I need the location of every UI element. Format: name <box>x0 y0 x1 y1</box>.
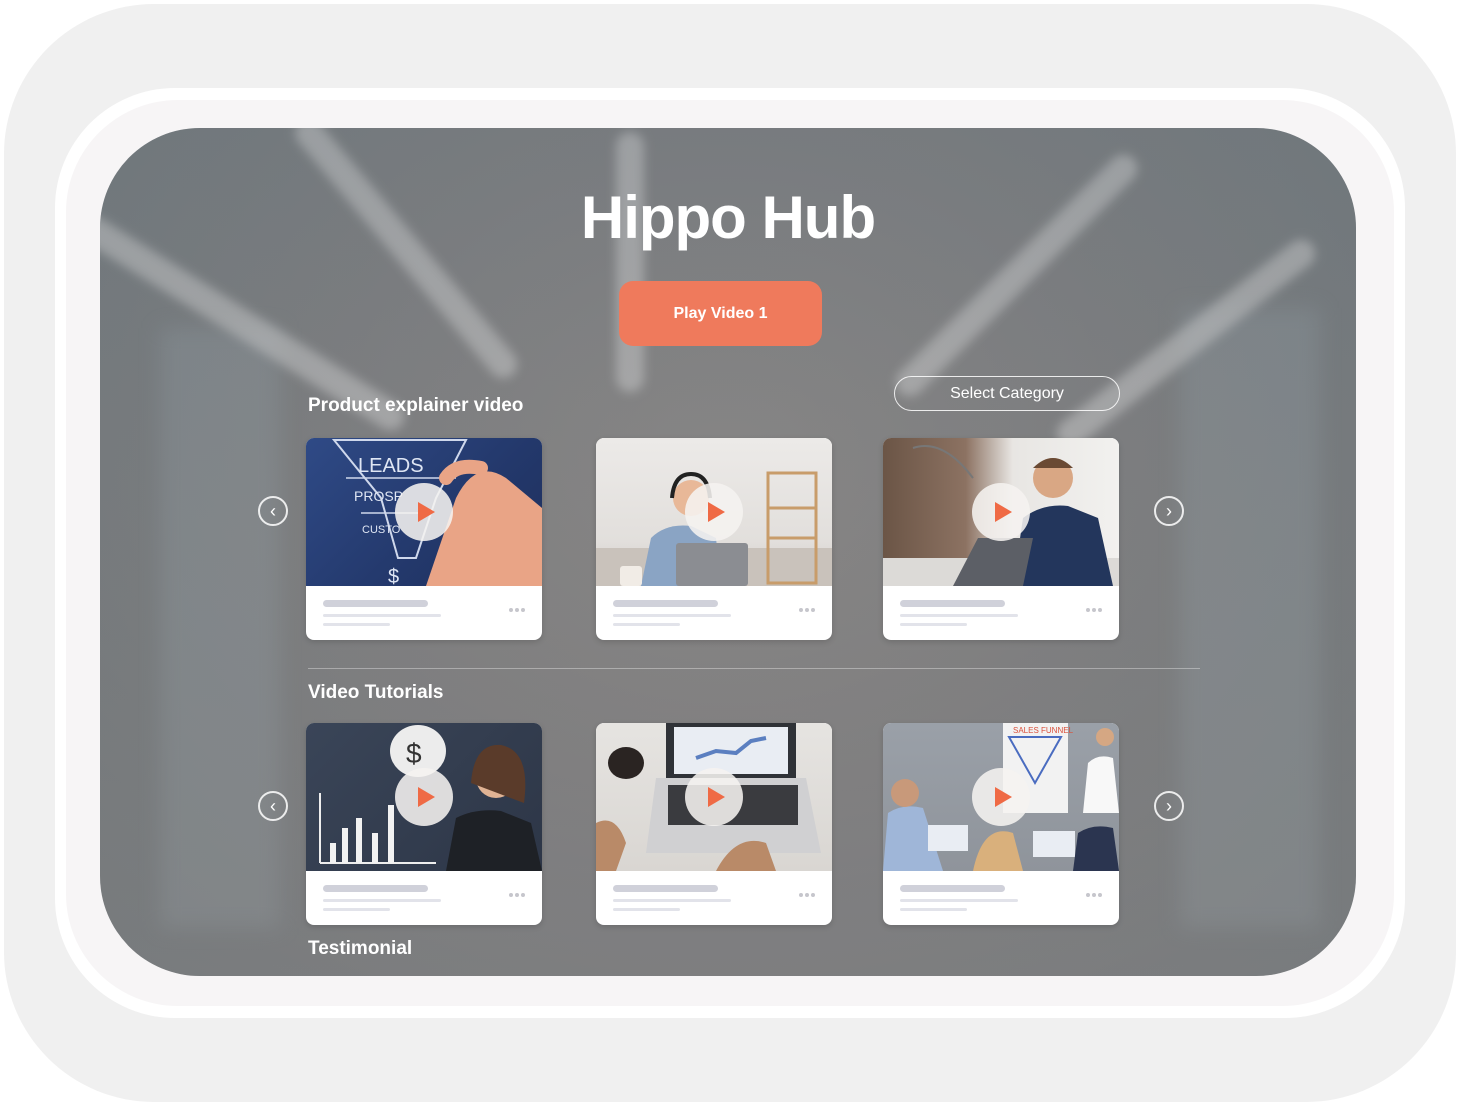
svg-text:$: $ <box>388 566 399 586</box>
video-card[interactable]: $ <box>306 723 542 925</box>
video-title-placeholder <box>900 885 1005 892</box>
section-title-video-tutorials: Video Tutorials <box>308 682 444 703</box>
play-video-button[interactable]: Play Video 1 <box>619 281 822 346</box>
play-overlay-button[interactable] <box>395 483 453 541</box>
play-overlay-button[interactable] <box>972 768 1030 826</box>
video-meta-placeholder <box>900 908 967 911</box>
video-title-placeholder <box>900 600 1005 607</box>
section-title-product-explainer: Product explainer video <box>308 395 524 416</box>
video-meta-placeholder <box>613 623 680 626</box>
video-title-placeholder <box>323 885 428 892</box>
more-horizontal-icon[interactable] <box>509 893 525 897</box>
play-overlay-button[interactable] <box>685 768 743 826</box>
play-icon <box>418 787 435 807</box>
chevron-right-circle-icon: › <box>1166 501 1172 521</box>
play-icon <box>708 787 725 807</box>
page-title: Hippo Hub <box>580 184 876 251</box>
video-meta-placeholder <box>613 614 731 617</box>
carousel-next-button[interactable]: › <box>1154 791 1184 821</box>
chevron-right-circle-icon: › <box>1166 796 1172 816</box>
play-icon <box>995 502 1012 522</box>
carousel-prev-button[interactable]: ‹ <box>258 791 288 821</box>
video-title-placeholder <box>613 885 718 892</box>
video-card[interactable] <box>883 438 1119 640</box>
more-horizontal-icon[interactable] <box>799 608 815 612</box>
video-card[interactable] <box>596 723 832 925</box>
select-category-dropdown[interactable]: Select Category <box>894 376 1120 411</box>
more-horizontal-icon[interactable] <box>509 608 525 612</box>
play-overlay-button[interactable] <box>972 483 1030 541</box>
more-horizontal-icon[interactable] <box>799 893 815 897</box>
play-overlay-button[interactable] <box>685 483 743 541</box>
section-divider <box>308 668 1200 669</box>
video-meta-placeholder <box>900 614 1018 617</box>
svg-text:LEADS: LEADS <box>358 455 424 477</box>
video-meta-placeholder <box>323 899 441 902</box>
video-meta-placeholder <box>900 899 1018 902</box>
video-meta-placeholder <box>613 908 680 911</box>
svg-text:SALES FUNNEL: SALES FUNNEL <box>1013 726 1074 735</box>
play-overlay-button[interactable] <box>395 768 453 826</box>
video-meta-placeholder <box>323 623 390 626</box>
chevron-left-circle-icon: ‹ <box>270 796 276 816</box>
video-card[interactable] <box>596 438 832 640</box>
play-icon <box>708 502 725 522</box>
video-card[interactable]: SALES FUNNEL <box>883 723 1119 925</box>
svg-text:CUSTO: CUSTO <box>362 524 401 536</box>
video-meta-placeholder <box>900 623 967 626</box>
play-icon <box>995 787 1012 807</box>
app-screen: Hippo Hub Play Video 1 Select Category P… <box>100 128 1356 976</box>
video-card[interactable]: LEADS PROSP CUSTO $ <box>306 438 542 640</box>
carousel-prev-button[interactable]: ‹ <box>258 496 288 526</box>
svg-text:$: $ <box>406 738 422 769</box>
play-icon <box>418 502 435 522</box>
chevron-left-circle-icon: ‹ <box>270 501 276 521</box>
section-title-testimonial: Testimonial <box>308 938 413 959</box>
more-horizontal-icon[interactable] <box>1086 893 1102 897</box>
video-title-placeholder <box>323 600 428 607</box>
video-meta-placeholder <box>323 614 441 617</box>
more-horizontal-icon[interactable] <box>1086 608 1102 612</box>
carousel-next-button[interactable]: › <box>1154 496 1184 526</box>
video-meta-placeholder <box>613 899 731 902</box>
video-title-placeholder <box>613 600 718 607</box>
video-meta-placeholder <box>323 908 390 911</box>
